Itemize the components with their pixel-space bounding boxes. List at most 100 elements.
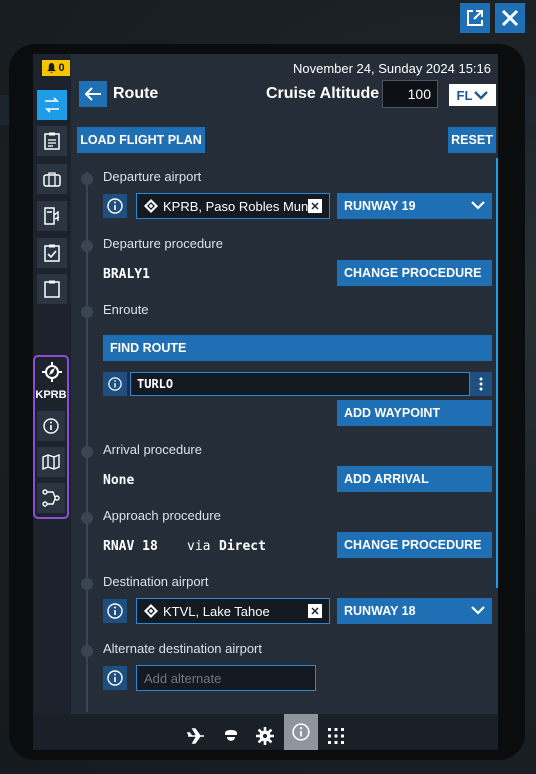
fuel-icon [44,207,60,225]
nav-pilot[interactable] [216,721,246,750]
sidebar-item-route[interactable] [37,90,67,120]
gear-icon [256,727,274,745]
destination-info-button[interactable] [103,599,127,623]
departure-runway-value: RUNWAY 19 [344,199,416,213]
checklist-icon [44,244,60,262]
destination-runway-value: RUNWAY 18 [344,604,416,618]
add-waypoint-button[interactable]: ADD WAYPOINT [337,400,492,426]
approach-via-label: via [187,539,211,554]
info-icon [292,723,310,741]
waypoint-info-button[interactable] [103,372,127,396]
nav-aircraft[interactable] [181,721,211,750]
page-title: Route [113,85,159,102]
bell-icon [47,63,57,73]
clear-departure-button[interactable]: ✕ [308,199,322,213]
timeline-dot [81,306,93,318]
datetime: November 24, Sunday 2024 15:16 [292,61,491,76]
departure-runway-dropdown[interactable]: RUNWAY 19 [337,193,492,219]
clipboard-icon [44,280,60,298]
waypoint-name: TURLO [137,377,174,391]
airport-info-button[interactable] [37,411,65,441]
airport-group: KPRB [33,355,69,519]
timeline-dot [81,512,93,524]
close-window-button[interactable] [495,3,525,33]
destination-runway-dropdown[interactable]: RUNWAY 18 [337,598,492,624]
timeline-dot [81,446,93,458]
enroute-label: Enroute [103,302,149,317]
airport-diamond-icon [144,604,158,618]
clear-destination-button[interactable]: ✕ [308,604,322,618]
info-icon [108,377,122,391]
chevron-down-icon [471,201,485,210]
compass-icon [42,362,62,387]
external-link-icon [467,10,483,26]
approach-procedure-value: RNAV 18 [103,539,158,554]
sidebar-item-payload[interactable] [37,164,67,194]
arrival-procedure-label: Arrival procedure [103,442,202,457]
info-icon [43,418,59,434]
clipboard-list-icon [44,132,60,150]
sidebar-item-notes[interactable] [37,274,67,304]
reset-button[interactable]: RESET [448,127,496,153]
sidebar-item-checklist[interactable] [37,238,67,268]
sidebar-item-flightplan[interactable] [37,126,67,156]
cruise-altitude-label: Cruise Altitude [266,85,380,102]
airport-map-button[interactable] [37,447,65,477]
alternate-info-button[interactable] [103,666,127,690]
scrollbar[interactable] [496,158,498,588]
route-timeline [86,172,88,712]
departure-procedure-label: Departure procedure [103,236,223,251]
back-button[interactable] [79,81,107,107]
arrow-left-icon [84,87,101,101]
airport-route-button[interactable] [37,483,65,513]
load-flight-plan-button[interactable]: LOAD FLIGHT PLAN [77,127,205,153]
departure-info-button[interactable] [103,194,127,218]
waypoint-row[interactable]: TURLO [130,372,470,396]
notification-badge[interactable]: 0 [42,60,70,76]
nav-settings[interactable] [250,721,280,750]
route-nodes-icon [42,489,60,507]
close-icon [501,9,519,27]
nav-info[interactable] [284,714,318,750]
chevron-down-icon [471,606,485,615]
add-arrival-button[interactable]: ADD ARRIVAL [337,466,492,492]
airport-code: KPRB [35,389,67,401]
destination-airport-value: KTVL, Lake Tahoe [163,603,270,619]
timeline-dot [81,173,93,185]
departure-procedure-value: BRALY1 [103,267,150,282]
alternate-airport-label: Alternate destination airport [103,641,262,656]
airplane-icon [187,728,204,744]
popout-button[interactable] [460,3,490,33]
more-vertical-icon [479,377,483,391]
info-icon [107,603,123,619]
find-route-button[interactable]: FIND ROUTE [103,335,492,361]
timeline-dot [81,240,93,252]
info-icon [107,670,123,686]
map-icon [42,454,60,470]
waypoint-menu-button[interactable] [470,372,492,396]
departure-airport-field[interactable]: KPRB, Paso Robles Muni ✕ [136,193,330,219]
approach-via-value: Direct [219,539,266,554]
route-icon [45,97,59,113]
departure-airport-value: KPRB, Paso Robles Muni [163,198,312,214]
approach-procedure-label: Approach procedure [103,508,221,523]
change-departure-procedure-button[interactable]: CHANGE PROCEDURE [337,260,492,286]
info-icon [107,198,123,214]
nav-apps[interactable] [321,721,351,750]
timeline-dot [81,645,93,657]
cruise-altitude-input[interactable]: 100 [382,80,438,108]
briefcase-icon [43,172,61,187]
departure-airport-label: Departure airport [103,169,202,184]
alternate-airport-input[interactable] [136,665,316,691]
notification-count: 0 [58,62,65,74]
altitude-unit-dropdown[interactable]: FL [449,84,496,106]
airport-diamond-icon [144,199,158,213]
sidebar-item-fuel[interactable] [37,201,67,231]
timeline-dot [81,578,93,590]
destination-airport-label: Destination airport [103,574,209,589]
apps-grid-icon [328,728,344,744]
chevron-down-icon [474,91,489,100]
destination-airport-field[interactable]: KTVL, Lake Tahoe ✕ [136,598,330,624]
efb-screen: 0 KPRB November 24, Sunday 2024 15:16 Ro… [33,54,498,750]
change-approach-procedure-button[interactable]: CHANGE PROCEDURE [337,532,492,558]
